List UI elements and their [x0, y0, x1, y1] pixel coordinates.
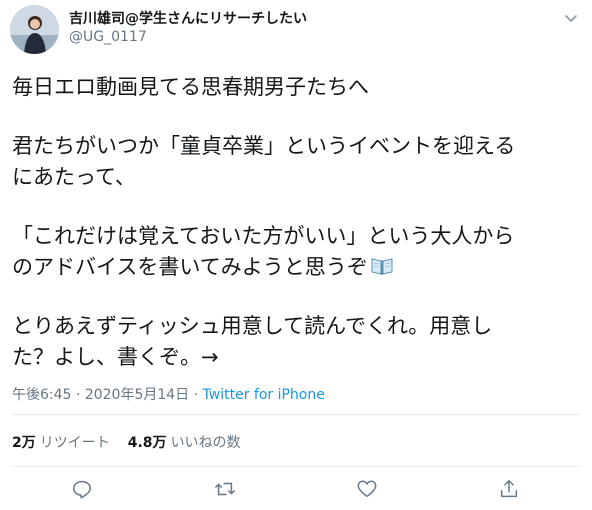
open-book-icon — [371, 258, 393, 275]
divider — [12, 466, 580, 467]
tweet-text-line: 毎日エロ動画見てる思春期男子たちへ — [12, 75, 369, 99]
retweets-stat[interactable]: 2万 リツイート — [12, 432, 110, 452]
tweet-text-segment: のアドバイスを書いてみようと思うぞ — [12, 255, 368, 279]
tweet-text-line: にあたって、 — [12, 165, 136, 189]
tweet-text-line: 「これだけは覚えておいた方がいい」という大人から — [12, 224, 515, 248]
meta-separator: · — [71, 387, 85, 403]
share-icon — [500, 480, 518, 498]
avatar-image — [10, 5, 59, 54]
tweet-actions — [0, 478, 592, 504]
retweets-label: リツイート — [39, 435, 110, 451]
author-display-name[interactable]: 吉川雄司@学生さんにリサーチしたい — [69, 8, 307, 28]
chevron-down-icon[interactable] — [563, 10, 579, 26]
likes-count: 4.8万 — [127, 435, 167, 451]
tweet-text-line: た？よし、書くぞ。→ — [12, 345, 219, 369]
retweet-button[interactable] — [214, 478, 236, 500]
author-handle[interactable]: @UG_0117 — [69, 29, 147, 45]
reply-icon — [73, 480, 91, 499]
heart-icon — [357, 480, 377, 498]
tweet-source-link[interactable]: Twitter for iPhone — [203, 387, 325, 403]
tweet-time[interactable]: 午後6:45 — [12, 387, 71, 403]
tweet-stats: 2万 リツイート 4.8万 いいねの数 — [12, 432, 259, 452]
tweet-text-line: とりあえずティッシュ用意して読んでくれ。用意し — [12, 314, 493, 338]
tweet-text-line: のアドバイスを書いてみようと思うぞ — [12, 252, 584, 283]
tweet-text: 毎日エロ動画見てる思春期男子たちへ 君たちがいつか「童貞卒業」というイベントを迎… — [12, 72, 584, 373]
divider — [12, 414, 580, 415]
share-button[interactable] — [498, 478, 520, 500]
meta-separator: · — [189, 387, 203, 403]
likes-label: いいねの数 — [170, 435, 241, 451]
tweet-text-line: 君たちがいつか「童貞卒業」というイベントを迎える — [12, 134, 516, 158]
like-button[interactable] — [356, 478, 378, 500]
tweet-meta: 午後6:45 · 2020年5月14日 · Twitter for iPhone — [12, 384, 325, 404]
tweet-date[interactable]: 2020年5月14日 — [85, 387, 189, 403]
retweet-icon — [215, 482, 235, 496]
avatar[interactable] — [10, 5, 59, 54]
likes-stat[interactable]: 4.8万 いいねの数 — [128, 432, 241, 452]
tweet-card: 吉川雄司@学生さんにリサーチしたい @UG_0117 毎日エロ動画見てる思春期男… — [0, 0, 592, 510]
retweets-count: 2万 — [12, 435, 36, 451]
reply-button[interactable] — [71, 478, 93, 500]
